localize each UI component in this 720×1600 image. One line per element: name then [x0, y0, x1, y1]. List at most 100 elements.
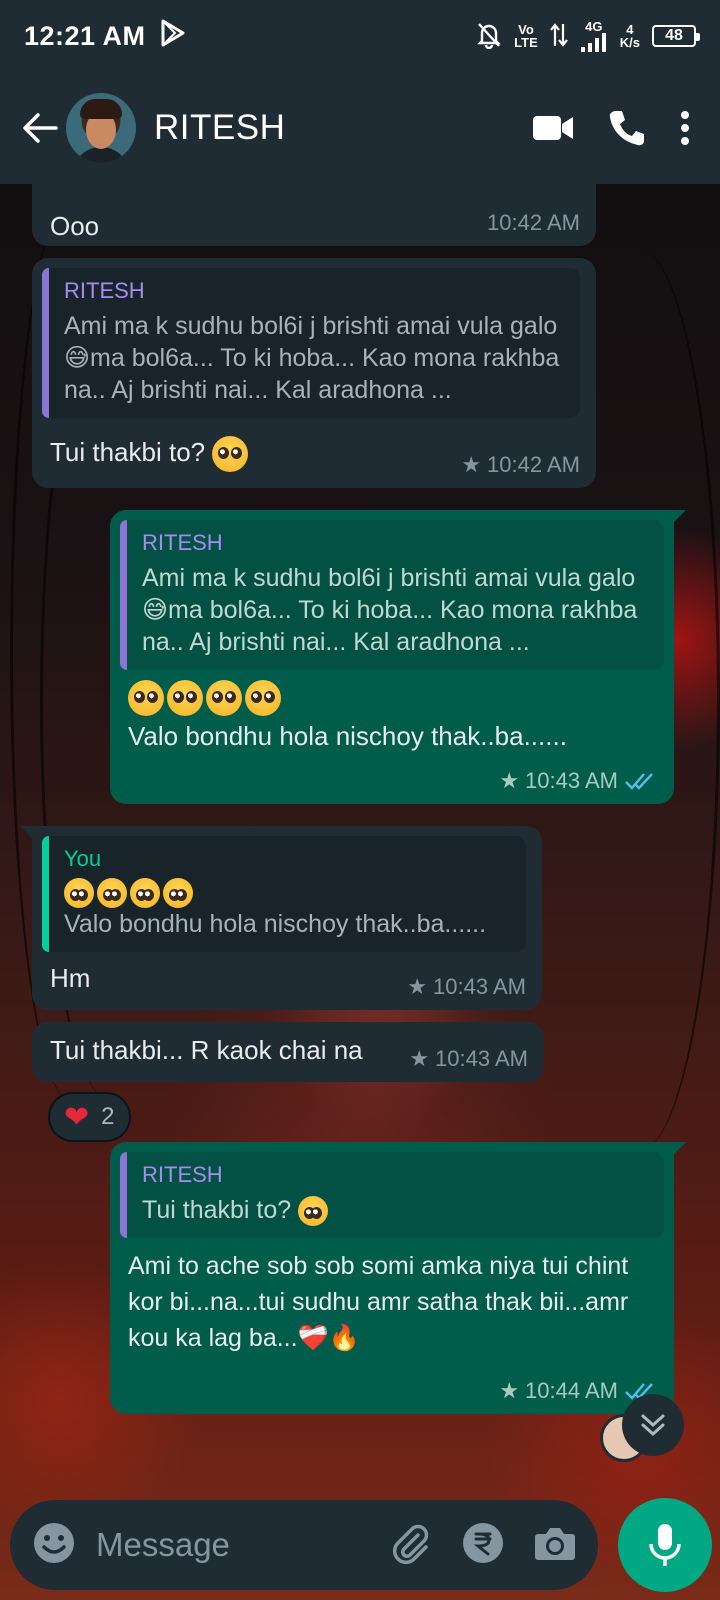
- message-outgoing[interactable]: RITESH Ami ma k sudhu bol6i j brishti am…: [110, 510, 686, 804]
- status-time: 12:21 AM: [24, 20, 146, 51]
- signal-indicator: 4G: [580, 20, 608, 53]
- message-time: 10:44 AM: [525, 1378, 618, 1403]
- pleading-face-emoji: [245, 680, 281, 716]
- message-composer: Message: [10, 1500, 598, 1590]
- quote-author: You: [64, 846, 102, 871]
- kebab-menu-icon: [681, 111, 689, 145]
- message-incoming[interactable]: Ooo 10:42 AM: [32, 184, 596, 246]
- signal-bars-icon: [580, 32, 606, 52]
- speed-unit: K/s: [619, 35, 640, 50]
- bubble-tail: [670, 510, 686, 526]
- battery-level: 48: [665, 27, 683, 44]
- star-icon: ★: [407, 974, 428, 999]
- star-icon: ★: [409, 1046, 430, 1071]
- message-time: 10:43 AM: [433, 974, 526, 999]
- quote-text: Tui thakbi to?: [142, 1196, 292, 1224]
- quote-text: Ami ma k sudhu bol6i j brishti amai vula…: [64, 312, 560, 404]
- more-options-button[interactable]: [680, 110, 690, 146]
- quote-author: RITESH: [64, 278, 145, 303]
- message-incoming[interactable]: You Valo bondhu hola nischoy thak..ba...…: [20, 826, 542, 1010]
- volte-bottom: LTE: [514, 35, 538, 50]
- phone-icon: [609, 111, 644, 146]
- quoted-message[interactable]: You Valo bondhu hola nischoy thak..ba...…: [42, 836, 526, 952]
- payment-button[interactable]: [462, 1522, 504, 1569]
- video-call-button[interactable]: [532, 113, 574, 143]
- rupee-icon: [463, 1522, 503, 1563]
- reaction-count: 2: [101, 1103, 115, 1130]
- pleading-face-emoji: [206, 680, 242, 716]
- back-arrow-icon: [23, 113, 58, 143]
- camera-button[interactable]: [534, 1524, 576, 1567]
- quoted-message[interactable]: RITESH Ami ma k sudhu bol6i j brishti am…: [42, 268, 580, 418]
- heart-emoji: ❤: [64, 1100, 90, 1134]
- chat-header: RITESH: [0, 72, 720, 184]
- voice-call-button[interactable]: [608, 109, 646, 147]
- message-incoming[interactable]: Tui thakbi... R kaok chai na ★ 10:43 AM: [32, 1022, 544, 1082]
- reaction-badge[interactable]: ❤ 2: [48, 1092, 131, 1142]
- star-icon: ★: [461, 452, 482, 477]
- pleading-face-emoji: [298, 1196, 329, 1227]
- scroll-to-bottom-button[interactable]: [622, 1394, 684, 1456]
- message-time: 10:43 AM: [525, 768, 618, 793]
- video-camera-icon: [533, 116, 573, 140]
- bubble-tail: [20, 826, 36, 842]
- read-receipt-icon: [625, 773, 653, 790]
- quote-text-row: Tui thakbi to?: [142, 1194, 650, 1227]
- attach-button[interactable]: [388, 1521, 432, 1570]
- play-store-icon: [160, 19, 186, 54]
- voice-record-button[interactable]: [618, 1498, 712, 1592]
- quoted-message[interactable]: RITESH Ami ma k sudhu bol6i j brishti am…: [120, 520, 664, 670]
- message-text: Tui thakbi to?: [50, 437, 206, 467]
- bubble-tail: [670, 1142, 686, 1158]
- quote-emoji-row: [64, 878, 512, 908]
- back-button[interactable]: [10, 98, 70, 158]
- message-text: Valo bondhu hola nischoy thak..ba......: [128, 721, 567, 751]
- message-meta: ★ 10:43 AM: [409, 1046, 528, 1072]
- message-meta: 10:42 AM: [487, 210, 580, 236]
- volte-indicator: Vo LTE: [514, 23, 538, 49]
- emoji-button[interactable]: [32, 1521, 76, 1570]
- pleading-face-emoji: [130, 878, 160, 908]
- star-icon: ★: [499, 1378, 520, 1403]
- network-speed: 4 K/s: [620, 23, 640, 49]
- avatar-hair: [80, 99, 122, 119]
- contact-avatar[interactable]: [66, 93, 136, 163]
- double-chevron-down-icon: [641, 1414, 665, 1437]
- composer-actions: [388, 1521, 576, 1570]
- smiley-icon: [34, 1522, 74, 1563]
- status-bar: 12:21 AM Vo LTE 4G 4 K/s 48: [0, 0, 720, 72]
- quoted-message[interactable]: RITESH Tui thakbi to?: [120, 1152, 664, 1239]
- message-time: 10:42 AM: [487, 452, 580, 477]
- emoji-row: [128, 680, 658, 716]
- pleading-face-emoji: [167, 680, 203, 716]
- avatar-shirt: [72, 147, 130, 163]
- quote-author: RITESH: [142, 530, 223, 555]
- contact-name[interactable]: RITESH: [154, 108, 285, 148]
- quote-text: Valo bondhu hola nischoy thak..ba......: [64, 910, 487, 938]
- message-time: 10:42 AM: [487, 210, 580, 235]
- signal-label: 4G: [585, 18, 603, 34]
- message-time: 10:43 AM: [435, 1046, 528, 1071]
- pleading-face-emoji: [64, 878, 94, 908]
- message-outgoing[interactable]: RITESH Tui thakbi to? Ami to ache sob so…: [110, 1142, 686, 1414]
- pleading-face-emoji: [212, 436, 249, 473]
- message-meta: ★ 10:42 AM: [461, 452, 580, 478]
- message-incoming[interactable]: RITESH Ami ma k sudhu bol6i j brishti am…: [32, 258, 596, 488]
- message-meta: ★ 10:43 AM: [407, 974, 526, 1000]
- data-arrows-icon: [549, 22, 568, 51]
- message-list[interactable]: Ooo 10:42 AM RITESH Ami ma k sudhu bol6i…: [0, 184, 720, 1496]
- message-input[interactable]: Message: [96, 1526, 388, 1564]
- pleading-face-emoji: [128, 680, 164, 716]
- pleading-face-emoji: [97, 878, 127, 908]
- status-icons: Vo LTE 4G 4 K/s 48: [476, 20, 700, 53]
- star-icon: ★: [499, 768, 520, 793]
- quote-author: RITESH: [142, 1162, 223, 1187]
- paperclip-icon: [392, 1524, 429, 1564]
- header-actions: [532, 109, 690, 147]
- quote-text: Ami ma k sudhu bol6i j brishti amai vula…: [142, 564, 638, 656]
- pleading-face-emoji: [163, 878, 193, 908]
- battery-icon: 48: [652, 25, 700, 47]
- microphone-icon: [649, 1524, 681, 1566]
- message-text: Ami to ache sob sob somi amka niya tui c…: [128, 1252, 629, 1353]
- mute-notification-icon: [476, 21, 502, 52]
